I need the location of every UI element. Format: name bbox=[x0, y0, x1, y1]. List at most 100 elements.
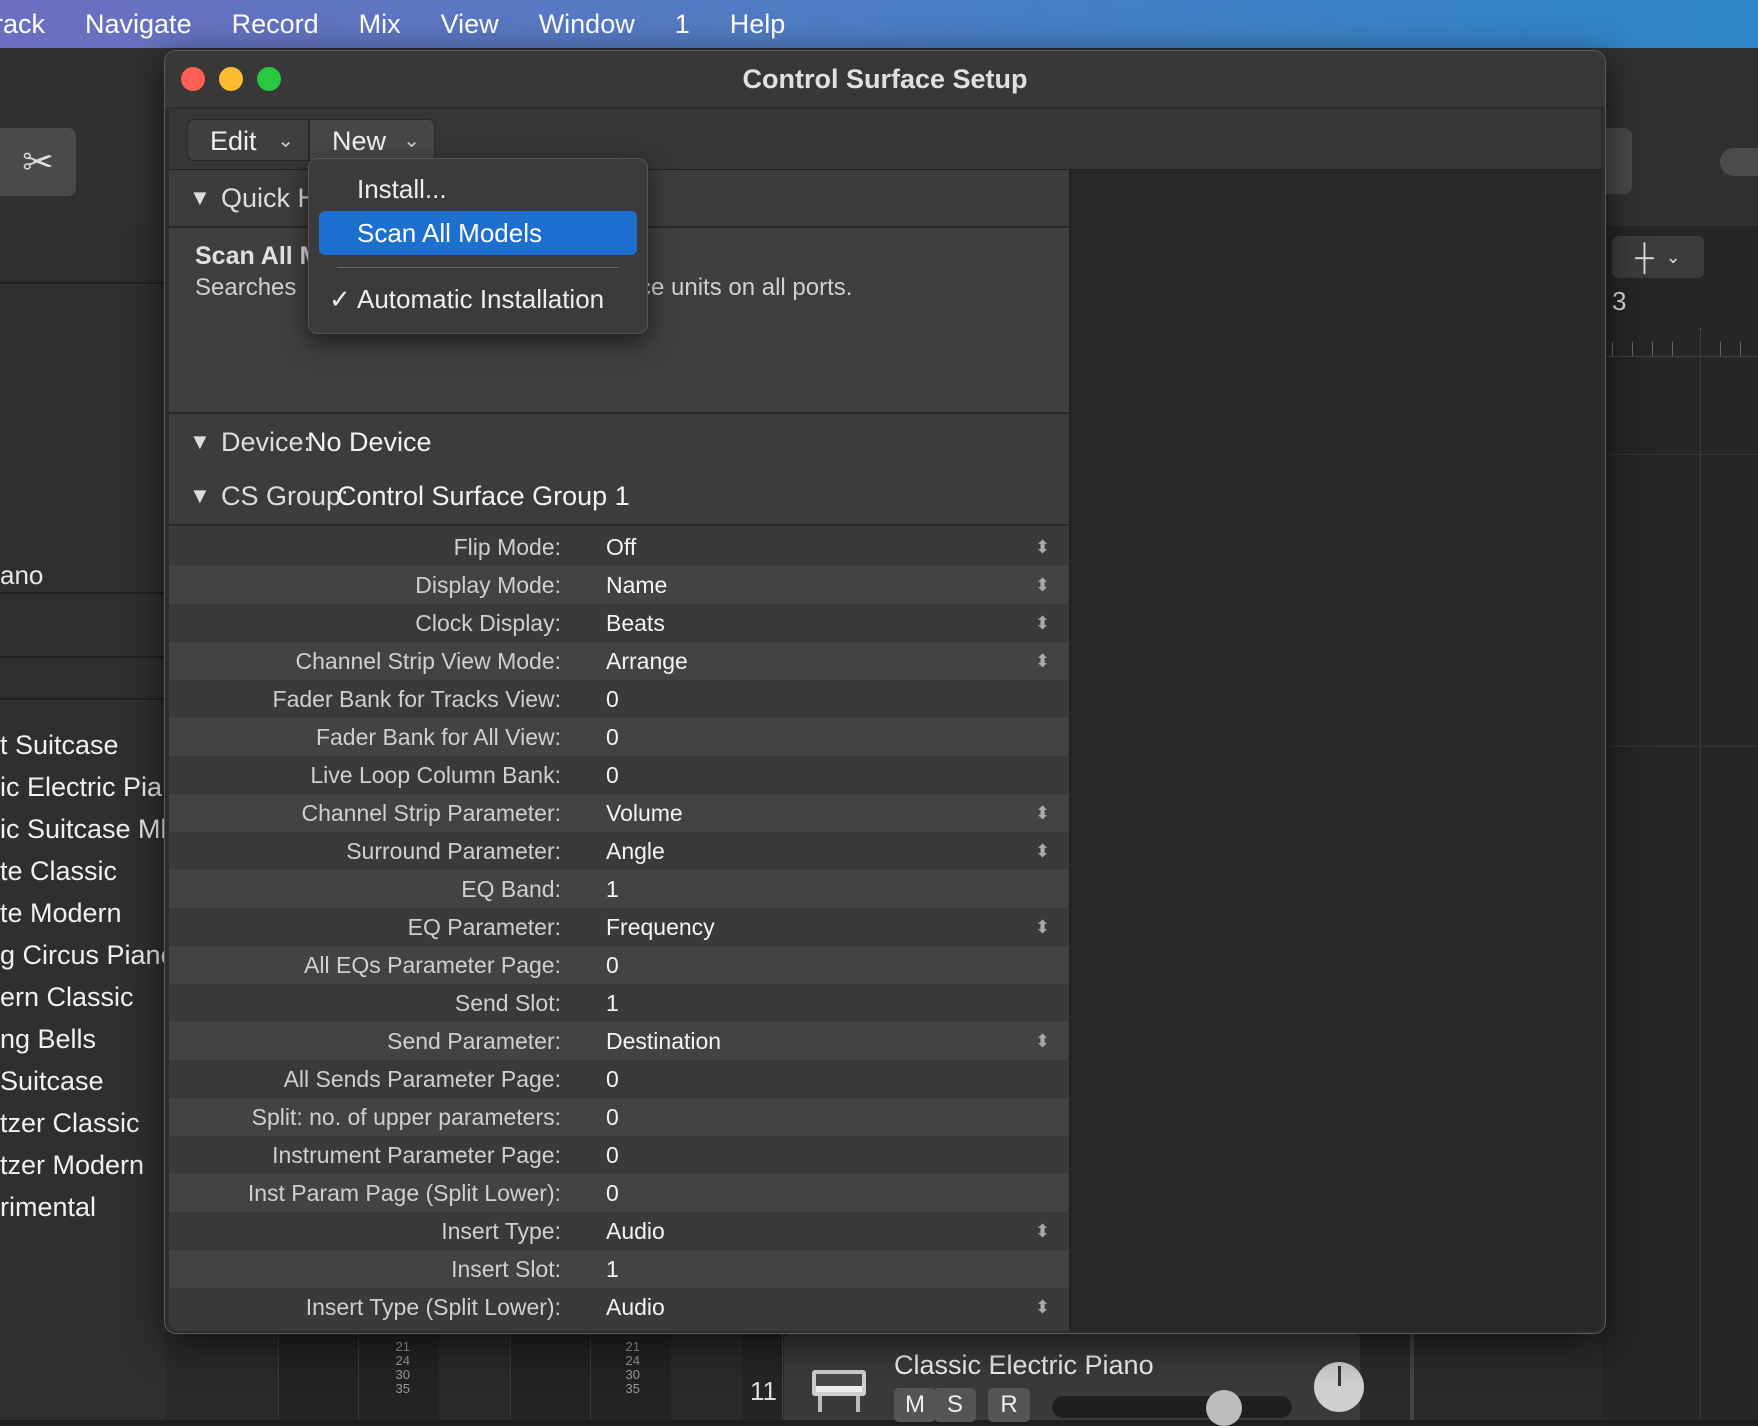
menu-navigate[interactable]: Navigate bbox=[65, 0, 212, 48]
disclosure-triangle-icon[interactable]: ▼ bbox=[189, 170, 211, 226]
parameter-row[interactable]: Insert Type (Split Lower): Audio ⬍ bbox=[169, 1288, 1069, 1326]
library-category-item[interactable]: ano bbox=[0, 560, 43, 591]
track-name[interactable]: Classic Electric Piano bbox=[894, 1350, 1154, 1381]
parameter-row[interactable]: EQ Parameter: Frequency ⬍ bbox=[169, 908, 1069, 946]
popup-stepper-icon[interactable]: ⬍ bbox=[1035, 832, 1050, 870]
parameter-row[interactable]: Send Slot: 1 bbox=[169, 984, 1069, 1022]
popup-stepper-icon[interactable]: ⬍ bbox=[1035, 794, 1050, 832]
device-list-pane[interactable] bbox=[1071, 170, 1601, 1331]
parameter-value-field[interactable]: 0 bbox=[606, 718, 619, 756]
volume-fader-knob[interactable] bbox=[1206, 1390, 1242, 1426]
menu-view[interactable]: View bbox=[421, 0, 519, 48]
menu-1[interactable]: 1 bbox=[655, 0, 710, 48]
parameter-row[interactable]: Inst Param Page (Split Lower): 0 bbox=[169, 1174, 1069, 1212]
patch-list-item[interactable]: rimental bbox=[0, 1186, 165, 1228]
parameter-row[interactable]: Clock Display: Beats ⬍ bbox=[169, 604, 1069, 642]
parameter-popup-value[interactable]: Name bbox=[606, 566, 667, 604]
device-header[interactable]: ▼ Device: No Device bbox=[169, 414, 1069, 472]
parameter-row[interactable]: Display Mode: Name ⬍ bbox=[169, 566, 1069, 604]
pointer-tool-menu[interactable]: ┼ ⌄ bbox=[1612, 236, 1704, 278]
menu-record[interactable]: Record bbox=[212, 0, 339, 48]
record-enable-button[interactable]: R bbox=[988, 1388, 1030, 1422]
popup-stepper-icon[interactable]: ⬍ bbox=[1035, 908, 1050, 946]
parameter-value-field[interactable]: 1 bbox=[606, 870, 619, 908]
parameter-row[interactable]: Channel Strip Parameter: Volume ⬍ bbox=[169, 794, 1069, 832]
parameter-row[interactable]: Channel Strip View Mode: Arrange ⬍ bbox=[169, 642, 1069, 680]
parameter-row[interactable]: Instrument Parameter Page: 0 bbox=[169, 1136, 1069, 1174]
parameter-popup-value[interactable]: Audio bbox=[606, 1288, 665, 1326]
parameter-value-field[interactable]: 0 bbox=[606, 946, 619, 984]
parameter-row[interactable]: Insert Type: Audio ⬍ bbox=[169, 1212, 1069, 1250]
menu-mix[interactable]: Mix bbox=[339, 0, 421, 48]
menu-window[interactable]: Window bbox=[519, 0, 655, 48]
pan-knob[interactable] bbox=[1314, 1362, 1364, 1412]
patch-list-item[interactable]: ern Classic bbox=[0, 976, 165, 1018]
zoom-button[interactable] bbox=[257, 67, 281, 91]
disclosure-triangle-icon[interactable]: ▼ bbox=[189, 468, 211, 524]
parameter-row[interactable]: Surround Parameter: Angle ⬍ bbox=[169, 832, 1069, 870]
cs-group-header[interactable]: ▼ CS Group: Control Surface Group 1 bbox=[169, 468, 1069, 526]
parameter-row[interactable]: Flip Mode: Off ⬍ bbox=[169, 528, 1069, 566]
parameter-value-field[interactable]: 0 bbox=[606, 680, 619, 718]
parameter-value-field[interactable]: 1 bbox=[606, 1250, 619, 1288]
popup-stepper-icon[interactable]: ⬍ bbox=[1035, 528, 1050, 566]
parameter-row[interactable]: Send Parameter: Destination ⬍ bbox=[169, 1022, 1069, 1060]
menu-help[interactable]: Help bbox=[710, 0, 806, 48]
timeline-ruler[interactable] bbox=[1602, 322, 1758, 357]
volume-fader[interactable] bbox=[1052, 1396, 1292, 1418]
parameter-popup-value[interactable]: Off bbox=[606, 528, 636, 566]
patch-list-item[interactable]: ic Electric Pia bbox=[0, 766, 165, 808]
patch-list-item[interactable]: ng Bells bbox=[0, 1018, 165, 1060]
parameter-popup-value[interactable]: Angle bbox=[606, 832, 665, 870]
close-button[interactable] bbox=[181, 67, 205, 91]
menu-track[interactable]: rack bbox=[0, 0, 65, 48]
quick-help-description-end: ce units on all ports. bbox=[639, 274, 853, 301]
parameter-row[interactable]: Fader Bank for All View: 0 bbox=[169, 718, 1069, 756]
parameter-row[interactable]: Fader Bank for Tracks View: 0 bbox=[169, 680, 1069, 718]
popup-stepper-icon[interactable]: ⬍ bbox=[1035, 1288, 1050, 1326]
popup-stepper-icon[interactable]: ⬍ bbox=[1035, 642, 1050, 680]
patch-list-item[interactable]: te Classic bbox=[0, 850, 165, 892]
solo-button[interactable]: S bbox=[934, 1388, 976, 1422]
parameter-row[interactable]: Live Loop Column Bank: 0 bbox=[169, 756, 1069, 794]
patch-list-item[interactable]: tzer Modern bbox=[0, 1144, 165, 1186]
parameter-value-field[interactable]: 0 bbox=[606, 1174, 619, 1212]
parameter-popup-value[interactable]: Beats bbox=[606, 604, 665, 642]
parameter-popup-value[interactable]: Volume bbox=[606, 794, 683, 832]
new-menu-button[interactable]: New ⌄ bbox=[309, 119, 435, 161]
parameter-row[interactable]: EQ Band: 1 bbox=[169, 870, 1069, 908]
popup-stepper-icon[interactable]: ⬍ bbox=[1035, 1022, 1050, 1060]
patch-list-item[interactable]: Suitcase bbox=[0, 1060, 165, 1102]
parameter-row[interactable]: Insert Slot: 1 bbox=[169, 1250, 1069, 1288]
patch-list-item[interactable]: ic Suitcase Ml bbox=[0, 808, 165, 850]
patch-list-item[interactable]: g Circus Piano bbox=[0, 934, 165, 976]
disclosure-triangle-icon[interactable]: ▼ bbox=[189, 414, 211, 470]
parameter-row[interactable]: All Sends Parameter Page: 0 bbox=[169, 1060, 1069, 1098]
minimize-button[interactable] bbox=[219, 67, 243, 91]
patch-list-item[interactable]: t Suitcase bbox=[0, 724, 165, 766]
popup-stepper-icon[interactable]: ⬍ bbox=[1035, 604, 1050, 642]
parameter-value-field[interactable]: 0 bbox=[606, 756, 619, 794]
parameter-popup-value[interactable]: Frequency bbox=[606, 908, 715, 946]
parameter-value-field[interactable]: 1 bbox=[606, 984, 619, 1022]
parameter-popup-value[interactable]: Arrange bbox=[606, 642, 688, 680]
parameter-value-field[interactable]: 0 bbox=[606, 1060, 619, 1098]
menu-item-scan-all-models[interactable]: Scan All Models bbox=[319, 211, 637, 255]
mute-button[interactable]: M bbox=[894, 1388, 936, 1422]
menu-item-install[interactable]: Install... bbox=[319, 167, 637, 211]
menu-item-automatic-installation[interactable]: ✓ Automatic Installation bbox=[319, 277, 637, 321]
title-bar[interactable]: Control Surface Setup bbox=[165, 51, 1605, 107]
patch-list-item[interactable]: te Modern bbox=[0, 892, 165, 934]
parameter-value-field[interactable]: 0 bbox=[606, 1098, 619, 1136]
patch-list-item[interactable]: tzer Classic bbox=[0, 1102, 165, 1144]
popup-stepper-icon[interactable]: ⬍ bbox=[1035, 566, 1050, 604]
edit-menu-button[interactable]: Edit ⌄ bbox=[187, 119, 309, 161]
parameter-row[interactable]: All EQs Parameter Page: 0 bbox=[169, 946, 1069, 984]
parameter-row[interactable]: Split: no. of upper parameters: 0 bbox=[169, 1098, 1069, 1136]
parameter-popup-value[interactable]: Destination bbox=[606, 1022, 721, 1060]
parameter-value-field[interactable]: 0 bbox=[606, 1136, 619, 1174]
popup-stepper-icon[interactable]: ⬍ bbox=[1035, 1212, 1050, 1250]
parameter-popup-value[interactable]: Audio bbox=[606, 1212, 665, 1250]
toolbar-toggle[interactable] bbox=[1720, 148, 1758, 176]
scissors-tool-button[interactable]: ✂ bbox=[0, 128, 76, 196]
